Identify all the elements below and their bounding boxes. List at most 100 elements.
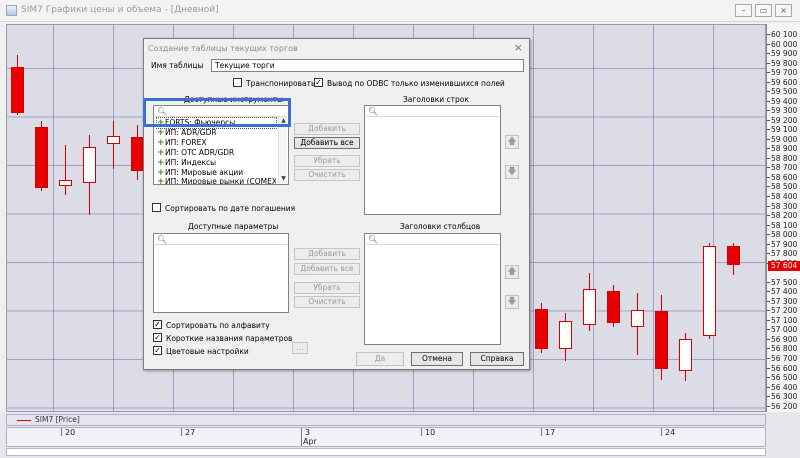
row-headers-list[interactable]: 🔍︎ (364, 105, 501, 215)
odbc-checkbox[interactable]: ✓ (314, 78, 323, 87)
move-column-down-button[interactable]: 🡇 (505, 295, 519, 309)
x-label: 20 (65, 428, 76, 437)
candle (631, 310, 644, 327)
transpose-checkbox[interactable] (233, 78, 242, 87)
price-tick-mark (767, 386, 770, 388)
price-tick-mark (767, 358, 770, 360)
clear-params-button[interactable]: Очистить (294, 296, 360, 308)
price-tick-mark (767, 53, 770, 55)
scroll-down-icon[interactable]: ▼ (279, 175, 288, 183)
price-tick-label: 56 500 (771, 373, 798, 383)
plus-icon: + (157, 128, 165, 138)
price-tick-label: 59 900 (771, 49, 798, 59)
add-button[interactable]: Добавить (294, 123, 360, 135)
table-name-label: Имя таблицы (151, 61, 204, 70)
chart-legend: SIM7 [Price] (6, 414, 766, 426)
minimize-button[interactable]: – (735, 4, 752, 17)
price-tick-label: 57 000 (771, 325, 798, 335)
price-tick-mark (767, 253, 770, 255)
color-settings-ellipsis-button[interactable]: ... (292, 342, 308, 354)
list-item[interactable]: +ИП: ADR/GDR (157, 128, 276, 138)
maximize-button[interactable]: ▭ (755, 4, 772, 17)
search-icon: 🔍︎ (157, 235, 168, 244)
price-tick-label: 56 700 (771, 354, 798, 364)
x-label: 27 (185, 428, 196, 437)
column-headers-list[interactable]: 🔍︎ (364, 233, 501, 345)
month-label: Apr (303, 437, 317, 446)
list-item[interactable]: +ИП: Мировые рынки (COMEX) (157, 177, 276, 184)
price-tick-label: 57 900 (771, 239, 798, 249)
list-item[interactable]: +ИП: Индексы (157, 158, 276, 168)
remove-param-button[interactable]: Убрать (294, 282, 360, 294)
price-tick-mark (767, 396, 770, 398)
color-settings-checkbox[interactable]: ✓ (153, 346, 162, 355)
clear-button[interactable]: Очистить (294, 169, 360, 181)
list-item[interactable]: +ИП: OTC ADR/GDR (157, 148, 276, 158)
candle (583, 289, 596, 325)
x-tick (541, 428, 542, 436)
x-label: 24 (665, 428, 676, 437)
x-tick (421, 428, 422, 436)
candle (655, 311, 668, 369)
price-tick-label: 60 100 (771, 30, 798, 39)
price-tick-mark (767, 119, 770, 121)
dialog-close-icon[interactable]: × (514, 41, 523, 54)
sort-by-expiry-checkbox[interactable] (152, 203, 161, 212)
color-settings-label: Цветовые настройки (166, 347, 249, 356)
sort-alpha-checkbox[interactable]: ✓ (153, 320, 162, 329)
row-headers-label: Заголовки строк (403, 95, 469, 104)
current-price-tag: 57 604 (768, 261, 800, 271)
price-tick-mark (767, 234, 770, 236)
column-headers-label: Заголовки столбцов (400, 222, 481, 231)
yes-button[interactable]: Да (356, 352, 404, 366)
plus-icon: + (157, 148, 165, 158)
add-all-button[interactable]: Добавить все (294, 137, 360, 149)
price-tick-mark (767, 91, 770, 93)
price-tick-label: 59 100 (771, 125, 798, 135)
params-search-row[interactable]: 🔍︎ (155, 235, 287, 245)
help-button[interactable]: Справка (470, 352, 524, 366)
price-tick-mark (767, 215, 770, 217)
short-names-checkbox[interactable]: ✓ (153, 333, 162, 342)
cancel-button[interactable]: Отмена (411, 352, 463, 366)
price-tick-label: 58 800 (771, 153, 798, 163)
candle (107, 136, 120, 144)
move-down-button[interactable]: 🡇 (505, 165, 519, 179)
price-tick-label: 59 200 (771, 115, 798, 125)
x-tick (661, 428, 662, 436)
app-icon (6, 5, 17, 16)
table-name-input[interactable]: Текущие торги (211, 59, 524, 72)
highlight-frame (143, 98, 291, 127)
available-params-list[interactable]: 🔍︎ (153, 233, 289, 313)
x-tick (61, 428, 62, 436)
price-tick-mark (767, 319, 770, 321)
price-tick-label: 60 000 (771, 39, 798, 49)
price-tick-label: 58 700 (771, 163, 798, 173)
price-tick-label: 58 500 (771, 182, 798, 192)
candle (607, 291, 620, 323)
price-tick-mark (767, 367, 770, 369)
add-all-params-button[interactable]: Добавить все (294, 263, 360, 275)
price-tick-mark (767, 43, 770, 45)
list-item[interactable]: +ИП: FOREX (157, 138, 276, 148)
dialog-title: Создание таблицы текущих торгов (148, 44, 298, 53)
move-up-button[interactable]: 🡅 (505, 135, 519, 149)
time-axis: 20 27 3 Apr 10 17 24 (6, 427, 766, 447)
column-headers-search-row[interactable]: 🔍︎ (366, 235, 499, 245)
price-tick-mark (767, 291, 770, 293)
chart-scrollbar[interactable] (6, 448, 766, 456)
plus-icon: + (157, 158, 165, 168)
odbc-label: Вывод по ODBC только изменившихся полей (327, 79, 505, 88)
row-headers-search-row[interactable]: 🔍︎ (366, 107, 499, 117)
price-tick-mark (767, 34, 770, 35)
candle (703, 246, 716, 336)
x-tick (181, 428, 182, 436)
remove-button[interactable]: Убрать (294, 155, 360, 167)
price-tick-label: 58 400 (771, 192, 798, 201)
price-tick-mark (767, 205, 770, 207)
price-tick-label: 56 900 (771, 334, 798, 344)
price-tick-label: 57 400 (771, 287, 798, 297)
move-column-up-button[interactable]: 🡅 (505, 265, 519, 279)
close-window-button[interactable]: × (775, 4, 792, 17)
add-param-button[interactable]: Добавить (294, 248, 360, 260)
